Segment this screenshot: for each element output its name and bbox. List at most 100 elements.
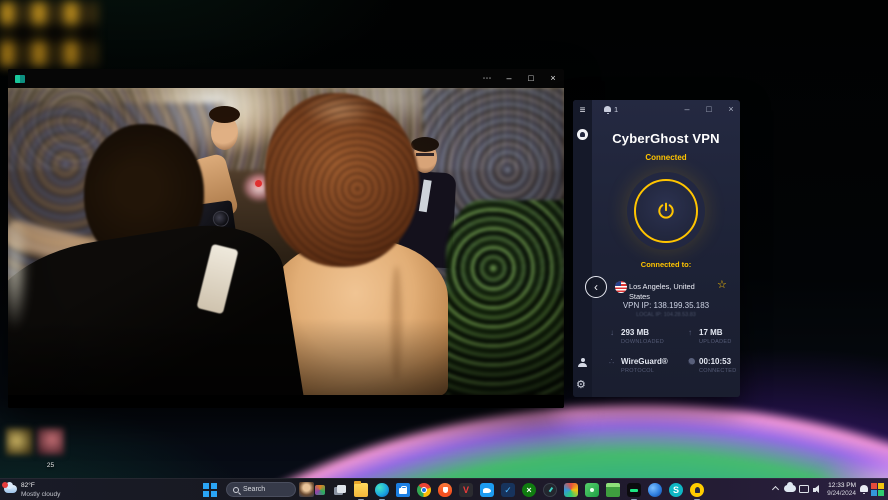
desktop-icon-blurred-2[interactable] [37, 428, 64, 455]
notification-count: 1 [614, 105, 618, 114]
connected-to-label: Connected to: [592, 260, 740, 269]
desktop-icons-blurred-top-left[interactable] [0, 2, 97, 66]
tray-onedrive-icon[interactable] [784, 485, 796, 492]
gauge-icon [543, 483, 557, 497]
upload-label: UPLOADED [699, 339, 732, 345]
cyberghost-taskbar-icon [690, 483, 704, 497]
tray-notification-bell-icon[interactable] [860, 485, 868, 494]
colorful-app-icon [564, 483, 578, 497]
server-name[interactable]: Los Angeles, United States [629, 282, 717, 302]
account-icon[interactable] [578, 358, 587, 367]
video-window-bottom-bar [8, 395, 564, 408]
favorite-star-icon[interactable]: ☆ [717, 278, 727, 291]
vpn-close-button[interactable]: × [721, 100, 740, 118]
upload-value: 17 MB [699, 328, 723, 337]
hulu-icon [627, 483, 641, 497]
taskbar-icon-cyberghost[interactable] [689, 482, 705, 498]
check-icon: ✓ [501, 483, 515, 497]
vpn-sidebar: ≡ ⚙ [573, 100, 592, 397]
vpn-status-text: Connected [592, 153, 740, 162]
local-ip-text: LOCAL IP: 104.28.53.83 [592, 312, 740, 318]
protocol-value: WireGuard® [621, 357, 668, 366]
taskbar-icon-red-shield-app[interactable]: V [458, 482, 474, 498]
task-view-icon [333, 483, 347, 497]
download-arrow-icon: ↓ [610, 328, 614, 337]
maximize-button[interactable]: □ [520, 69, 542, 88]
xbox-icon: × [522, 483, 536, 497]
taskbar-icon-performance-app[interactable] [542, 482, 558, 498]
taskbar-icon-teal-s-app[interactable]: S [668, 482, 684, 498]
weather-cloud-icon [4, 485, 17, 493]
taskbar-icon-microsoft-store[interactable] [395, 482, 411, 498]
close-button[interactable]: × [542, 69, 564, 88]
disconnect-power-button[interactable] [634, 179, 698, 243]
widgets-mini-icon[interactable] [315, 485, 325, 495]
desktop: 25 ⋯ – □ × [0, 0, 888, 500]
video-content[interactable] [8, 88, 564, 395]
search-label: Search [243, 486, 265, 493]
tray-speaker-icon[interactable] [813, 485, 822, 494]
taskbar-search-box[interactable]: Search [226, 482, 296, 497]
download-label: DOWNLOADED [621, 339, 664, 345]
taskbar: 82°F Mostly cloudy Search V ✓ × [0, 478, 888, 500]
menu-icon[interactable]: ≡ [577, 105, 588, 116]
tray-clock[interactable]: 12:33 PM 9/24/2024 [824, 482, 856, 498]
taskbar-icon-todo-app[interactable]: ✓ [500, 482, 516, 498]
power-icon [655, 200, 677, 222]
vpn-maximize-button[interactable]: □ [699, 100, 719, 118]
cyberghost-vpn-window: ≡ ⚙ 1 – □ × CyberGhost VPN Connected Con… [573, 100, 740, 397]
previous-server-button[interactable]: ‹ [585, 276, 607, 298]
taskbar-icon-hulu[interactable] [626, 482, 642, 498]
desktop-icon-blurred-1[interactable] [6, 428, 33, 455]
globe-icon [648, 483, 662, 497]
weather-widget[interactable]: 82°F Mostly cloudy [3, 481, 83, 499]
connected-time-label: CONNECTED [699, 368, 737, 374]
video-window-titlebar[interactable]: ⋯ – □ × [8, 69, 564, 88]
weather-temperature: 82°F [21, 482, 35, 489]
tray-display-icon[interactable] [799, 485, 809, 493]
video-player-window: ⋯ – □ × [8, 69, 564, 408]
cyberghost-logo-icon[interactable] [577, 129, 588, 140]
taskbar-icon-brave[interactable] [437, 482, 453, 498]
video-scene-vignette [8, 88, 564, 395]
edge-browser-icon [375, 483, 389, 497]
connected-time-value: 00:10:53 [699, 357, 731, 366]
download-value: 293 MB [621, 328, 649, 337]
upload-arrow-icon: ↑ [688, 328, 692, 337]
vpn-minimize-button[interactable]: – [677, 100, 697, 118]
media-player-app-icon [15, 75, 25, 83]
connected-time-icon [688, 358, 695, 365]
minimize-button[interactable]: – [498, 69, 520, 88]
settings-gear-icon[interactable]: ⚙ [576, 378, 586, 391]
brave-browser-icon [438, 483, 452, 497]
start-button[interactable] [203, 483, 217, 497]
microsoft-store-icon [396, 483, 410, 497]
weather-condition: Mostly cloudy [21, 491, 60, 498]
taskbar-icon-globe-app[interactable] [647, 482, 663, 498]
tray-time: 12:33 PM [824, 482, 856, 490]
more-options-button[interactable]: ⋯ [476, 69, 498, 88]
search-icon [233, 487, 239, 493]
taskbar-icon-task-view[interactable] [332, 482, 348, 498]
tray-date: 9/24/2024 [824, 490, 856, 498]
taskbar-icon-colorful-app[interactable] [563, 482, 579, 498]
taskbar-icon-green-cube-app[interactable] [605, 482, 621, 498]
taskbar-icon-file-explorer[interactable] [353, 482, 369, 498]
protocol-icon: ∴ [609, 357, 614, 366]
widgets-news-thumbnail[interactable] [299, 482, 314, 497]
file-explorer-icon [354, 483, 368, 497]
taskbar-icon-twitter[interactable] [479, 482, 495, 498]
taskbar-icon-edge[interactable] [374, 482, 390, 498]
taskbar-icon-chrome[interactable] [416, 482, 432, 498]
tray-show-hidden-icons-chevron[interactable] [772, 486, 779, 493]
taskbar-icon-green-app[interactable] [584, 482, 600, 498]
weather-alert-badge [2, 482, 8, 488]
notification-bell-icon[interactable] [604, 106, 611, 114]
taskbar-icon-xbox[interactable]: × [521, 482, 537, 498]
us-flag-icon [615, 281, 627, 293]
vpn-ip-text: VPN IP: 138.199.35.183 [592, 301, 740, 310]
taskbar-pinned-icons: V ✓ × S [332, 482, 705, 498]
green-cube-icon [606, 483, 620, 497]
vpn-app-title: CyberGhost VPN [592, 131, 740, 146]
tray-colorful-app-icon[interactable] [871, 483, 884, 496]
